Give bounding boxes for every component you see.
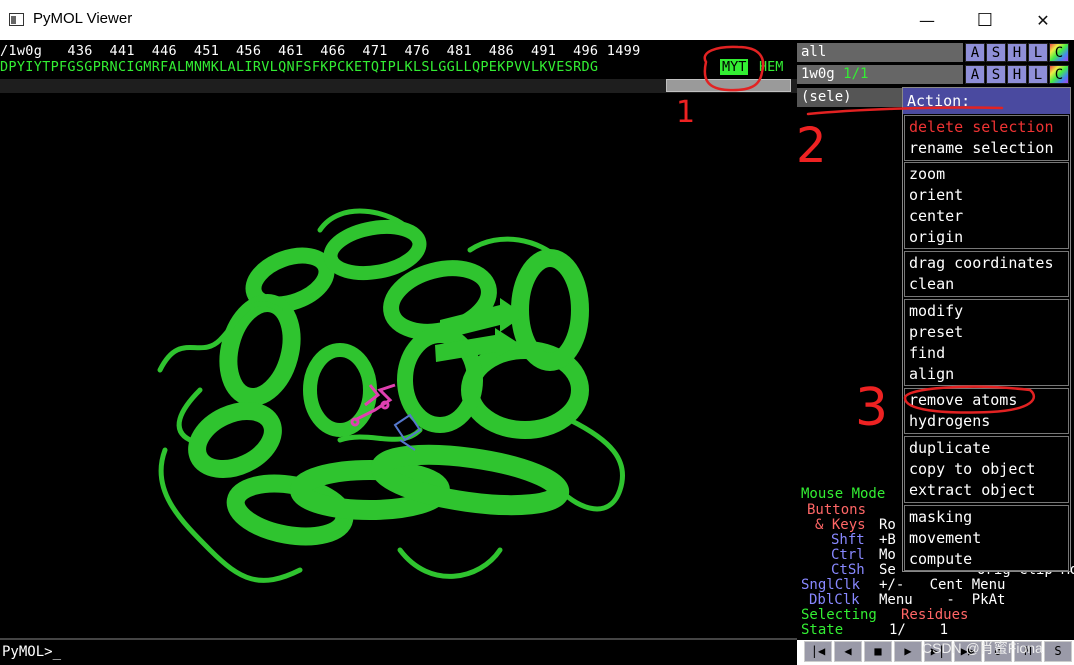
- object-row-1w0g[interactable]: 1w0g 1/1 A S H L C: [797, 65, 1074, 85]
- snglclk-label: SnglClk: [801, 577, 861, 593]
- menu-item-duplicate[interactable]: duplicate: [906, 438, 1071, 459]
- sequence-scrollbar-thumb[interactable]: [666, 79, 791, 92]
- menu-header: Action:: [903, 88, 1070, 114]
- menu-item-compute[interactable]: compute: [906, 549, 1071, 570]
- menu-item-preset[interactable]: preset: [906, 322, 1071, 343]
- play-button[interactable]: ▶: [894, 641, 922, 662]
- color-button[interactable]: C: [1049, 65, 1069, 84]
- color-button[interactable]: C: [1049, 43, 1069, 62]
- show-button[interactable]: S: [986, 65, 1006, 84]
- rewind-icon: |◀: [810, 644, 826, 658]
- ctrl-value: Mo: [879, 547, 896, 563]
- sequence-residues[interactable]: DPYIYTPFGSGPRNCIGMRFALMNMKLALIRVLQNFSFKP…: [0, 59, 598, 75]
- menu-group: delete selection rename selection: [904, 115, 1069, 161]
- rot-label: Ro: [879, 517, 896, 533]
- sequence-numbers: /1w0g 436 441 446 451 456 461 466 471 47…: [0, 43, 641, 59]
- minimize-button[interactable]: —: [898, 0, 956, 40]
- watermark: CSDN @肖蜜Fiona: [922, 640, 1043, 656]
- menu-item-extract-object[interactable]: extract object: [906, 480, 1071, 501]
- menu-group: duplicate copy to object extract object: [904, 436, 1069, 503]
- dblclk-value: Menu - PkAt: [879, 592, 1006, 608]
- molecule-viewport[interactable]: /1w0g 436 441 446 451 456 461 466 471 47…: [0, 40, 797, 640]
- pymol-app-icon: [9, 13, 24, 26]
- action-button[interactable]: A: [965, 65, 985, 84]
- menu-item-copy-to-object[interactable]: copy to object: [906, 459, 1071, 480]
- selection-sele[interactable]: (sele): [797, 88, 907, 107]
- stop-button[interactable]: ■: [864, 641, 892, 662]
- selecting-value[interactable]: Residues: [901, 607, 968, 623]
- menu-group: modify preset find align: [904, 299, 1069, 386]
- annotation-number-1: 1: [676, 95, 696, 130]
- hide-button[interactable]: H: [1007, 65, 1027, 84]
- title-bar: PyMOL Viewer — ☐ ✕: [0, 0, 1074, 41]
- label-button[interactable]: L: [1028, 65, 1048, 84]
- protein-cartoon-render[interactable]: [140, 190, 650, 610]
- menu-item-modify[interactable]: modify: [906, 301, 1071, 322]
- menu-item-origin[interactable]: origin: [906, 227, 1071, 248]
- annotation-number-3: 3: [855, 378, 889, 438]
- menu-item-orient[interactable]: orient: [906, 185, 1071, 206]
- hide-button[interactable]: H: [1007, 43, 1027, 62]
- ctsh-value: Se: [879, 562, 896, 578]
- stop-icon: ■: [874, 644, 882, 658]
- command-line-input[interactable]: PyMOL>_: [0, 640, 797, 665]
- play-icon: ▶: [904, 644, 912, 658]
- menu-item-clean[interactable]: clean: [906, 274, 1071, 295]
- menu-item-find[interactable]: find: [906, 343, 1071, 364]
- window-title: PyMOL Viewer: [33, 10, 133, 27]
- object-row-all[interactable]: all A S H L C: [797, 43, 1074, 63]
- menu-group: masking movement compute: [904, 505, 1069, 571]
- mouse-mode-title[interactable]: Mouse Mode: [801, 486, 885, 502]
- scene-button[interactable]: S: [1044, 641, 1072, 662]
- menu-item-center[interactable]: center: [906, 206, 1071, 227]
- maximize-button[interactable]: ☐: [956, 0, 1014, 40]
- close-button[interactable]: ✕: [1014, 0, 1072, 40]
- object-name[interactable]: 1w0g 1/1: [797, 65, 963, 84]
- ctsh-label: CtSh: [831, 562, 865, 578]
- object-name[interactable]: all: [797, 43, 963, 62]
- annotation-number-2: 2: [796, 118, 827, 174]
- menu-group: remove atoms hydrogens: [904, 388, 1069, 434]
- ctrl-label: Ctrl: [831, 547, 865, 563]
- selected-residue[interactable]: MYT: [720, 59, 749, 75]
- keys-label: & Keys: [815, 517, 866, 533]
- menu-group: drag coordinates clean: [904, 251, 1069, 297]
- state-label: State: [801, 622, 844, 638]
- menu-item-zoom[interactable]: zoom: [906, 164, 1071, 185]
- menu-item-hydrogens[interactable]: hydrogens: [906, 411, 1071, 432]
- label-button[interactable]: L: [1028, 43, 1048, 62]
- menu-item-align[interactable]: align: [906, 364, 1071, 385]
- step-back-button[interactable]: ◀: [834, 641, 862, 662]
- menu-item-remove-atoms[interactable]: remove atoms: [906, 390, 1071, 411]
- snglclk-value: +/- Cent Menu: [879, 577, 1006, 593]
- action-button[interactable]: A: [965, 43, 985, 62]
- menu-item-movement[interactable]: movement: [906, 528, 1071, 549]
- rewind-button[interactable]: |◀: [804, 641, 832, 662]
- selecting-label[interactable]: Selecting: [801, 607, 877, 623]
- shft-label: Shft: [831, 532, 865, 548]
- menu-item-masking[interactable]: masking: [906, 507, 1071, 528]
- dblclk-label: DblClk: [809, 592, 860, 608]
- step-back-icon: ◀: [844, 644, 852, 658]
- scene-icon: S: [1054, 644, 1062, 658]
- hem-residue[interactable]: HEM: [759, 59, 783, 75]
- menu-group: zoom orient center origin: [904, 162, 1069, 249]
- show-button[interactable]: S: [986, 43, 1006, 62]
- menu-item-drag-coordinates[interactable]: drag coordinates: [906, 253, 1071, 274]
- menu-item-rename-selection[interactable]: rename selection: [906, 138, 1071, 159]
- menu-item-delete-selection[interactable]: delete selection: [906, 117, 1071, 138]
- buttons-label: Buttons: [807, 502, 867, 518]
- state-value: 1/ 1: [889, 622, 949, 638]
- shft-value: +B: [879, 532, 896, 548]
- action-popup-menu: Action: delete selection rename selectio…: [902, 87, 1071, 572]
